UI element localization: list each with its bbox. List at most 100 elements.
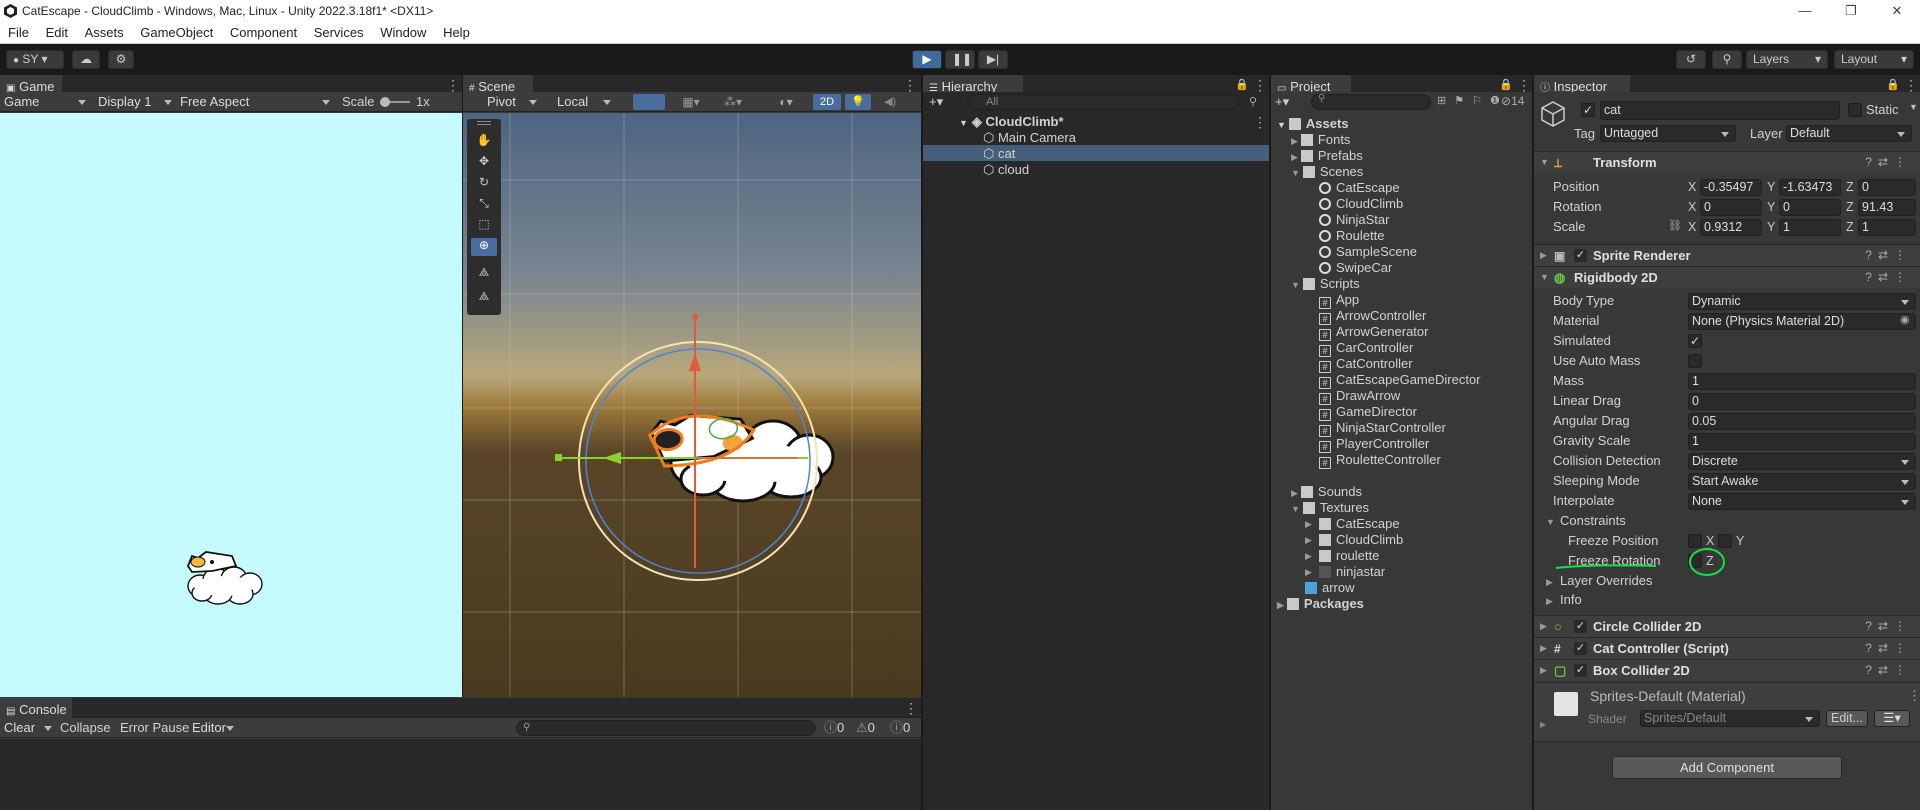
menu-edit[interactable]: Edit [46,23,68,43]
transform-gizmo[interactable] [463,113,921,697]
layer-overrides-row[interactable]: ▶ Layer Overrides [1546,571,1906,591]
aspect-dropdown[interactable]: Free Aspect [180,92,332,112]
freeze-position-y-checkbox[interactable] [1718,534,1732,548]
log-count[interactable]: ⓘ0 [824,718,844,738]
error-count[interactable]: ⓘ0 [890,718,910,738]
minimize-button[interactable]: — [1782,0,1828,23]
scene-menu-icon[interactable]: ⋮ [1253,112,1267,132]
console-log-area[interactable] [0,739,921,810]
cat-controller-component-header[interactable]: ▶ # ✓ Cat Controller (Script) ?⇄⋮ [1534,637,1920,659]
folder-packages[interactable]: ▶ Packages [1277,596,1364,613]
custom-tool-icon[interactable]: ⟁ [471,265,497,283]
grid-snap-icon[interactable] [633,94,665,110]
component-actions-icon[interactable]: ?⇄⋮ [1865,152,1912,173]
display-dropdown[interactable]: Display 1 [98,92,174,112]
local-dropdown[interactable]: Local [551,92,613,112]
scene-asset[interactable]: SampleScene [1319,244,1417,260]
scene-asset[interactable]: SwipeCar [1319,260,1392,276]
tag-dropdown[interactable]: Untagged [1600,125,1736,142]
menu-file[interactable]: File [8,23,29,43]
script-asset[interactable]: # RouletteController [1319,452,1441,469]
rot-y-field[interactable]: 0 [1779,199,1841,216]
hierarchy-item-cat[interactable]: ⬡ cat [983,146,1015,162]
material-expand-icon[interactable]: ▶ [1540,720,1546,729]
freeze-position-x-checkbox[interactable] [1688,534,1702,548]
menu-services[interactable]: Services [314,23,364,43]
circle-collider-component-header[interactable]: ▶ ○ ✓ Circle Collider 2D ?⇄⋮ [1534,615,1920,637]
grid-toggle-icon[interactable]: ▦▾ [675,94,707,110]
move-tool-icon[interactable]: ✥ [471,154,497,172]
field-checkbox[interactable]: ✓ [1688,334,1702,348]
static-dropdown-icon[interactable]: ▼ [1909,102,1918,112]
shader-options-icon[interactable]: ☰▾ [1874,710,1910,727]
account-dropdown[interactable]: ● SY ▾ [6,50,64,69]
component-actions-icon[interactable]: ?⇄⋮ [1865,616,1912,637]
step-button[interactable]: ▶| [978,50,1008,69]
clear-dropdown[interactable]: Clear [4,718,54,738]
collab-icon[interactable]: ⚙ [108,50,134,69]
collapse-button[interactable]: Collapse [60,718,111,738]
create-dropdown[interactable]: +▾ [929,94,943,110]
search-options-icon[interactable]: ⚲ [1249,95,1257,108]
tab-console[interactable]: ▤ Console [0,698,72,718]
search-icon[interactable]: ⚲ [1712,50,1742,69]
script-asset[interactable]: # DrawArrow [1319,388,1400,405]
pos-z-field[interactable]: 0 [1858,179,1916,196]
box-collider-component-header[interactable]: ▶ ▢ ✓ Box Collider 2D ?⇄⋮ [1534,659,1920,681]
hand-tool-icon[interactable]: ✋ [471,133,497,151]
menu-assets[interactable]: Assets [85,23,124,43]
hierarchy-item-main-camera[interactable]: ⬡ Main Camera [983,130,1076,146]
scene-asset[interactable]: CloudClimb [1319,196,1403,212]
enabled-checkbox[interactable]: ✓ [1574,664,1587,677]
field-dropdown[interactable]: Discrete [1688,453,1916,470]
script-asset[interactable]: # App [1319,292,1359,309]
enabled-checkbox[interactable]: ✓ [1574,620,1587,633]
folder-textures[interactable]: ▼ Textures [1291,500,1369,517]
object-field[interactable]: None (Physics Material 2D) [1688,313,1916,330]
rot-z-field[interactable]: 91.43 [1858,199,1916,216]
add-component-button[interactable]: Add Component [1612,756,1842,779]
pos-y-field[interactable]: -1.63473 [1779,179,1841,196]
shader-dropdown[interactable]: Sprites/Default [1640,710,1820,727]
rect-tool-icon[interactable]: ⬚ [471,217,497,235]
script-asset[interactable]: # CatEscapeGameDirector [1319,372,1481,389]
history-icon[interactable]: ↺ [1676,50,1706,69]
collider-edit-icon[interactable]: ⟁ [471,289,497,307]
menu-gameobject[interactable]: GameObject [140,23,213,43]
script-asset[interactable]: # PlayerController [1319,436,1429,453]
enabled-checkbox[interactable]: ✓ [1574,249,1587,262]
close-button[interactable]: ✕ [1874,0,1920,23]
shader-edit-button[interactable]: Edit... [1826,710,1868,727]
component-actions-icon[interactable]: ?⇄⋮ [1865,267,1912,288]
rigidbody-component-header[interactable]: ▼ ◍ Rigidbody 2D ?⇄⋮ [1534,266,1920,288]
folder-assets[interactable]: ▼ Assets [1277,116,1349,133]
sprite-asset[interactable]: ninjastar [1319,564,1385,580]
maximize-button[interactable]: ❐ [1828,0,1874,23]
folder-prefabs[interactable]: ▶ Prefabs [1291,148,1363,165]
cloud-icon[interactable]: ☁ [72,50,100,69]
project-search-input[interactable]: ⚲ [1311,93,1431,110]
menu-help[interactable]: Help [443,23,470,43]
folder-scenes[interactable]: ▼ Scenes [1291,164,1363,181]
warning-count[interactable]: ⚠0 [856,718,875,738]
component-actions-icon[interactable]: ?⇄⋮ [1865,660,1912,681]
folder-scripts[interactable]: ▼ Scripts [1291,276,1360,293]
scale-slider[interactable] [380,97,410,107]
script-asset[interactable]: # ArrowGenerator [1319,324,1428,341]
constrain-proportions-icon[interactable]: ⛓ [1668,219,1682,232]
script-asset[interactable]: # CatController [1319,356,1413,373]
scale-z-field[interactable]: 1 [1858,219,1916,236]
console-menu-icon[interactable]: ⋮ [904,698,918,718]
scene-asset[interactable]: Roulette [1319,228,1384,244]
folder-fonts[interactable]: ▶ Fonts [1291,132,1350,149]
field-input[interactable]: 1 [1688,373,1916,390]
hidden-count[interactable]: ⊘14 [1501,94,1524,108]
sprite-renderer-component-header[interactable]: ▶ ▣ ✓ Sprite Renderer ?⇄⋮ [1534,244,1920,266]
play-button[interactable]: ▶ [912,50,942,69]
field-dropdown[interactable]: Dynamic [1688,293,1916,310]
layout-dropdown[interactable]: Layout ▾ [1834,50,1914,69]
2d-toggle-button[interactable]: 2D [813,94,841,110]
console-search-input[interactable]: ⚲ [516,720,816,736]
draw-mode-icon[interactable]: ◐▾ [771,94,801,110]
transform-component-header[interactable]: ▼ ⟂ Transform ?⇄⋮ [1534,151,1920,173]
